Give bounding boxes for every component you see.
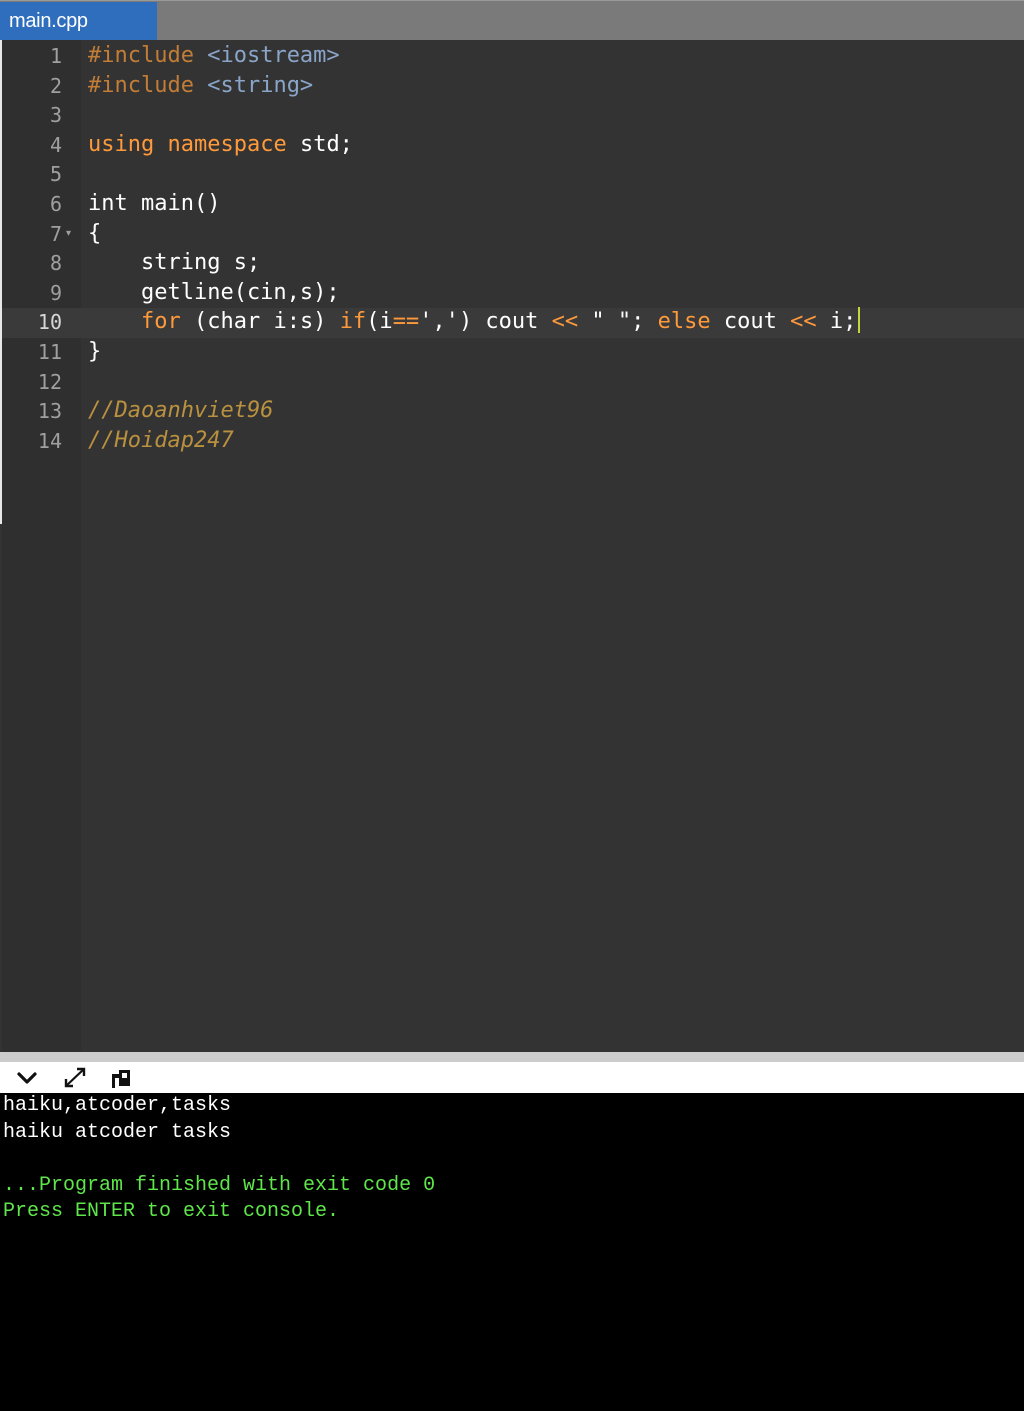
- code-line[interactable]: 5: [0, 159, 1024, 189]
- console-line: ...Program finished with exit code 0: [3, 1173, 436, 1197]
- code-token: (i: [366, 309, 393, 335]
- code-text: getline(cin,s);: [88, 278, 340, 308]
- code-line[interactable]: 6 int main(): [0, 189, 1024, 219]
- code-line[interactable]: 10 for (char i:s) if(i==',') cout << " "…: [0, 307, 1024, 337]
- code-text: using namespace std;: [88, 130, 353, 160]
- line-number: 3: [49, 103, 62, 128]
- fold-toggle-icon[interactable]: ▾: [66, 219, 71, 249]
- code-token: for: [140, 309, 181, 335]
- code-token: namespace: [167, 131, 287, 157]
- panel-splitter[interactable]: [0, 1052, 1024, 1062]
- code-token: ) cout: [458, 309, 552, 335]
- code-text: #include <string>: [88, 71, 313, 101]
- console-line: haiku,atcoder,tasks: [3, 1094, 232, 1117]
- code-token: using: [88, 131, 155, 157]
- code-text: int main(): [88, 189, 220, 219]
- tab-main-cpp[interactable]: main.cpp: [0, 2, 157, 41]
- code-line[interactable]: 3: [0, 100, 1024, 130]
- line-number: 7: [49, 221, 62, 246]
- line-number: 10: [37, 310, 62, 335]
- code-text: for (char i:s) if(i==',') cout << " "; e…: [88, 307, 861, 337]
- code-token: }: [88, 339, 102, 364]
- line-number: 14: [37, 428, 62, 453]
- code-token: #include: [88, 43, 208, 68]
- code-token: <<: [551, 309, 579, 335]
- code-token: <<: [790, 309, 817, 335]
- line-number: 9: [49, 280, 62, 305]
- code-token: #include: [88, 72, 208, 98]
- code-token: string s;: [88, 250, 261, 276]
- line-number: 8: [49, 251, 62, 276]
- code-editor[interactable]: 1 #include <iostream> 2 #include <string> 3 4…: [0, 40, 1024, 1052]
- code-token: if: [339, 309, 367, 335]
- chevron-down-icon: [17, 1072, 37, 1084]
- console-output[interactable]: haiku,atcoder,tasks haiku atcoder tasks..…: [0, 1093, 1024, 1411]
- code-line[interactable]: 1 #include <iostream>: [0, 41, 1024, 71]
- code-line[interactable]: 2 #include <string>: [0, 71, 1024, 101]
- collapse-console-button[interactable]: [12, 1064, 42, 1092]
- code-text: string s;: [88, 248, 260, 278]
- line-number: 11: [37, 340, 62, 364]
- code-token: //Hoidap247: [88, 427, 234, 453]
- tab-bar: main.cpp: [0, 0, 1024, 41]
- line-number: 13: [37, 399, 62, 424]
- expand-icon: [64, 1067, 86, 1088]
- console-toolbar: [0, 1062, 1024, 1093]
- code-token: cout: [710, 309, 791, 335]
- console-line: Press ENTER to exit console.: [3, 1200, 340, 1223]
- code-line[interactable]: 4 using namespace std;: [0, 130, 1024, 160]
- code-text: //Hoidap247: [88, 426, 234, 456]
- code-line[interactable]: 11}: [0, 337, 1024, 367]
- code-token: int main(): [88, 191, 221, 216]
- code-token: ==: [392, 309, 420, 335]
- code-text: #include <iostream>: [88, 41, 340, 71]
- stop-program-button[interactable]: [107, 1064, 137, 1092]
- code-token: <iostream>: [207, 43, 340, 68]
- code-text: }: [88, 337, 101, 367]
- code-token: else: [657, 309, 711, 335]
- line-number: 6: [49, 192, 62, 216]
- line-number: 1: [49, 44, 62, 68]
- line-number: 4: [49, 132, 62, 157]
- code-token: //Daoanhviet96: [88, 398, 274, 424]
- code-token: {: [88, 220, 102, 246]
- line-number: 2: [49, 73, 62, 98]
- code-token: getline(cin,s);: [88, 279, 340, 305]
- code-line[interactable]: 7 ▾ {: [0, 219, 1024, 249]
- code-token: <string>: [207, 72, 314, 98]
- code-line[interactable]: 8 string s;: [0, 248, 1024, 278]
- code-line[interactable]: 13 //Daoanhviet96: [0, 396, 1024, 426]
- code-text: //Daoanhviet96: [88, 396, 273, 426]
- text-cursor: [858, 307, 861, 334]
- stop-icon: [112, 1070, 130, 1088]
- code-token: i;: [816, 309, 857, 335]
- line-number: 12: [37, 369, 62, 394]
- code-token: (char i:s): [180, 309, 340, 335]
- line-number: 5: [49, 162, 62, 187]
- code-token: std;: [286, 131, 353, 157]
- code-token: ',': [419, 309, 459, 335]
- console-line: haiku atcoder tasks: [3, 1120, 232, 1144]
- code-token: " ";: [578, 309, 658, 335]
- maximize-console-button[interactable]: [60, 1064, 90, 1092]
- code-line[interactable]: 9 getline(cin,s);: [0, 278, 1024, 308]
- code-text: {: [88, 219, 101, 249]
- code-line[interactable]: 12: [0, 367, 1024, 397]
- code-line[interactable]: 14 //Hoidap247: [0, 426, 1024, 456]
